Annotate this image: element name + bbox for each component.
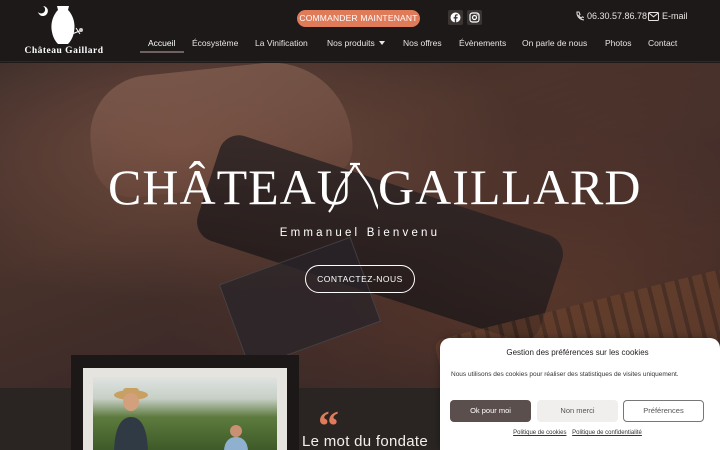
nav-item-presse[interactable]: On parle de nous — [522, 38, 587, 48]
cookie-description: Nous utilisons des cookies pour réaliser… — [451, 371, 679, 378]
facebook-link[interactable] — [448, 10, 463, 25]
nav-item-ecosysteme[interactable]: Écosystème — [192, 38, 238, 48]
phone-number: 06.30.57.86.78 — [587, 11, 648, 21]
facebook-icon — [450, 12, 461, 23]
child-figure — [224, 425, 248, 450]
nav-item-contact[interactable]: Contact — [648, 38, 677, 48]
page: Château Gaillard COMMANDER MAINTENANT 06… — [0, 0, 720, 450]
amphora-emblem-icon — [328, 162, 378, 213]
nav-item-vinification[interactable]: La Vinification — [255, 38, 308, 48]
nav-item-produits[interactable]: Nos produits — [327, 38, 385, 48]
cookie-title: Gestion des préférences sur les cookies — [506, 348, 649, 357]
nav-item-evenements[interactable]: Évènements — [459, 38, 506, 48]
phone-link[interactable]: 06.30.57.86.78 — [575, 11, 647, 21]
instagram-icon — [469, 12, 480, 23]
privacy-policy-link[interactable]: Politique de confidentialité — [572, 430, 642, 436]
amphora-logo-icon — [38, 6, 83, 44]
hero-title-left: Château — [108, 159, 354, 215]
order-now-button[interactable]: COMMANDER MAINTENANT — [297, 10, 420, 27]
site-header: Château Gaillard COMMANDER MAINTENANT 06… — [0, 0, 720, 62]
founder-heading: Le mot du fondate — [302, 433, 429, 450]
cookie-policy-link[interactable]: Politique de cookies — [513, 430, 566, 436]
email-label: E-mail — [662, 11, 688, 21]
nav-item-photos[interactable]: Photos — [605, 38, 631, 48]
founder-figure — [114, 388, 148, 450]
hero-title-right: Gaillard — [378, 159, 642, 215]
nav-item-accueil[interactable]: Accueil — [148, 38, 175, 48]
cookie-links: Politique de cookies Politique de confid… — [440, 430, 715, 436]
nav-item-offres[interactable]: Nos offres — [403, 38, 442, 48]
hero-subtitle: Emmanuel Bienvenu — [279, 227, 441, 239]
cookie-accept-button[interactable]: Ok pour moi — [450, 400, 531, 422]
nav-item-produits-label: Nos produits — [327, 38, 375, 48]
cookie-preferences-button[interactable]: Préférences — [623, 400, 704, 422]
nav-active-indicator — [140, 51, 184, 53]
founder-photo — [93, 377, 277, 450]
logo-text: Château Gaillard — [24, 46, 104, 56]
cookie-deny-button[interactable]: Non merci — [537, 400, 618, 422]
email-link[interactable]: E-mail — [648, 11, 688, 21]
chevron-down-icon — [378, 41, 385, 45]
cookie-consent-modal: Gestion des préférences sur les cookies … — [440, 338, 720, 450]
logo[interactable]: Château Gaillard — [24, 4, 104, 58]
envelope-icon — [648, 12, 659, 21]
instagram-link[interactable] — [467, 10, 482, 25]
contact-us-button[interactable]: CONTACTEZ-NOUS — [305, 265, 415, 293]
phone-icon — [576, 11, 586, 21]
hero-title: Château Gaillard — [108, 159, 641, 215]
